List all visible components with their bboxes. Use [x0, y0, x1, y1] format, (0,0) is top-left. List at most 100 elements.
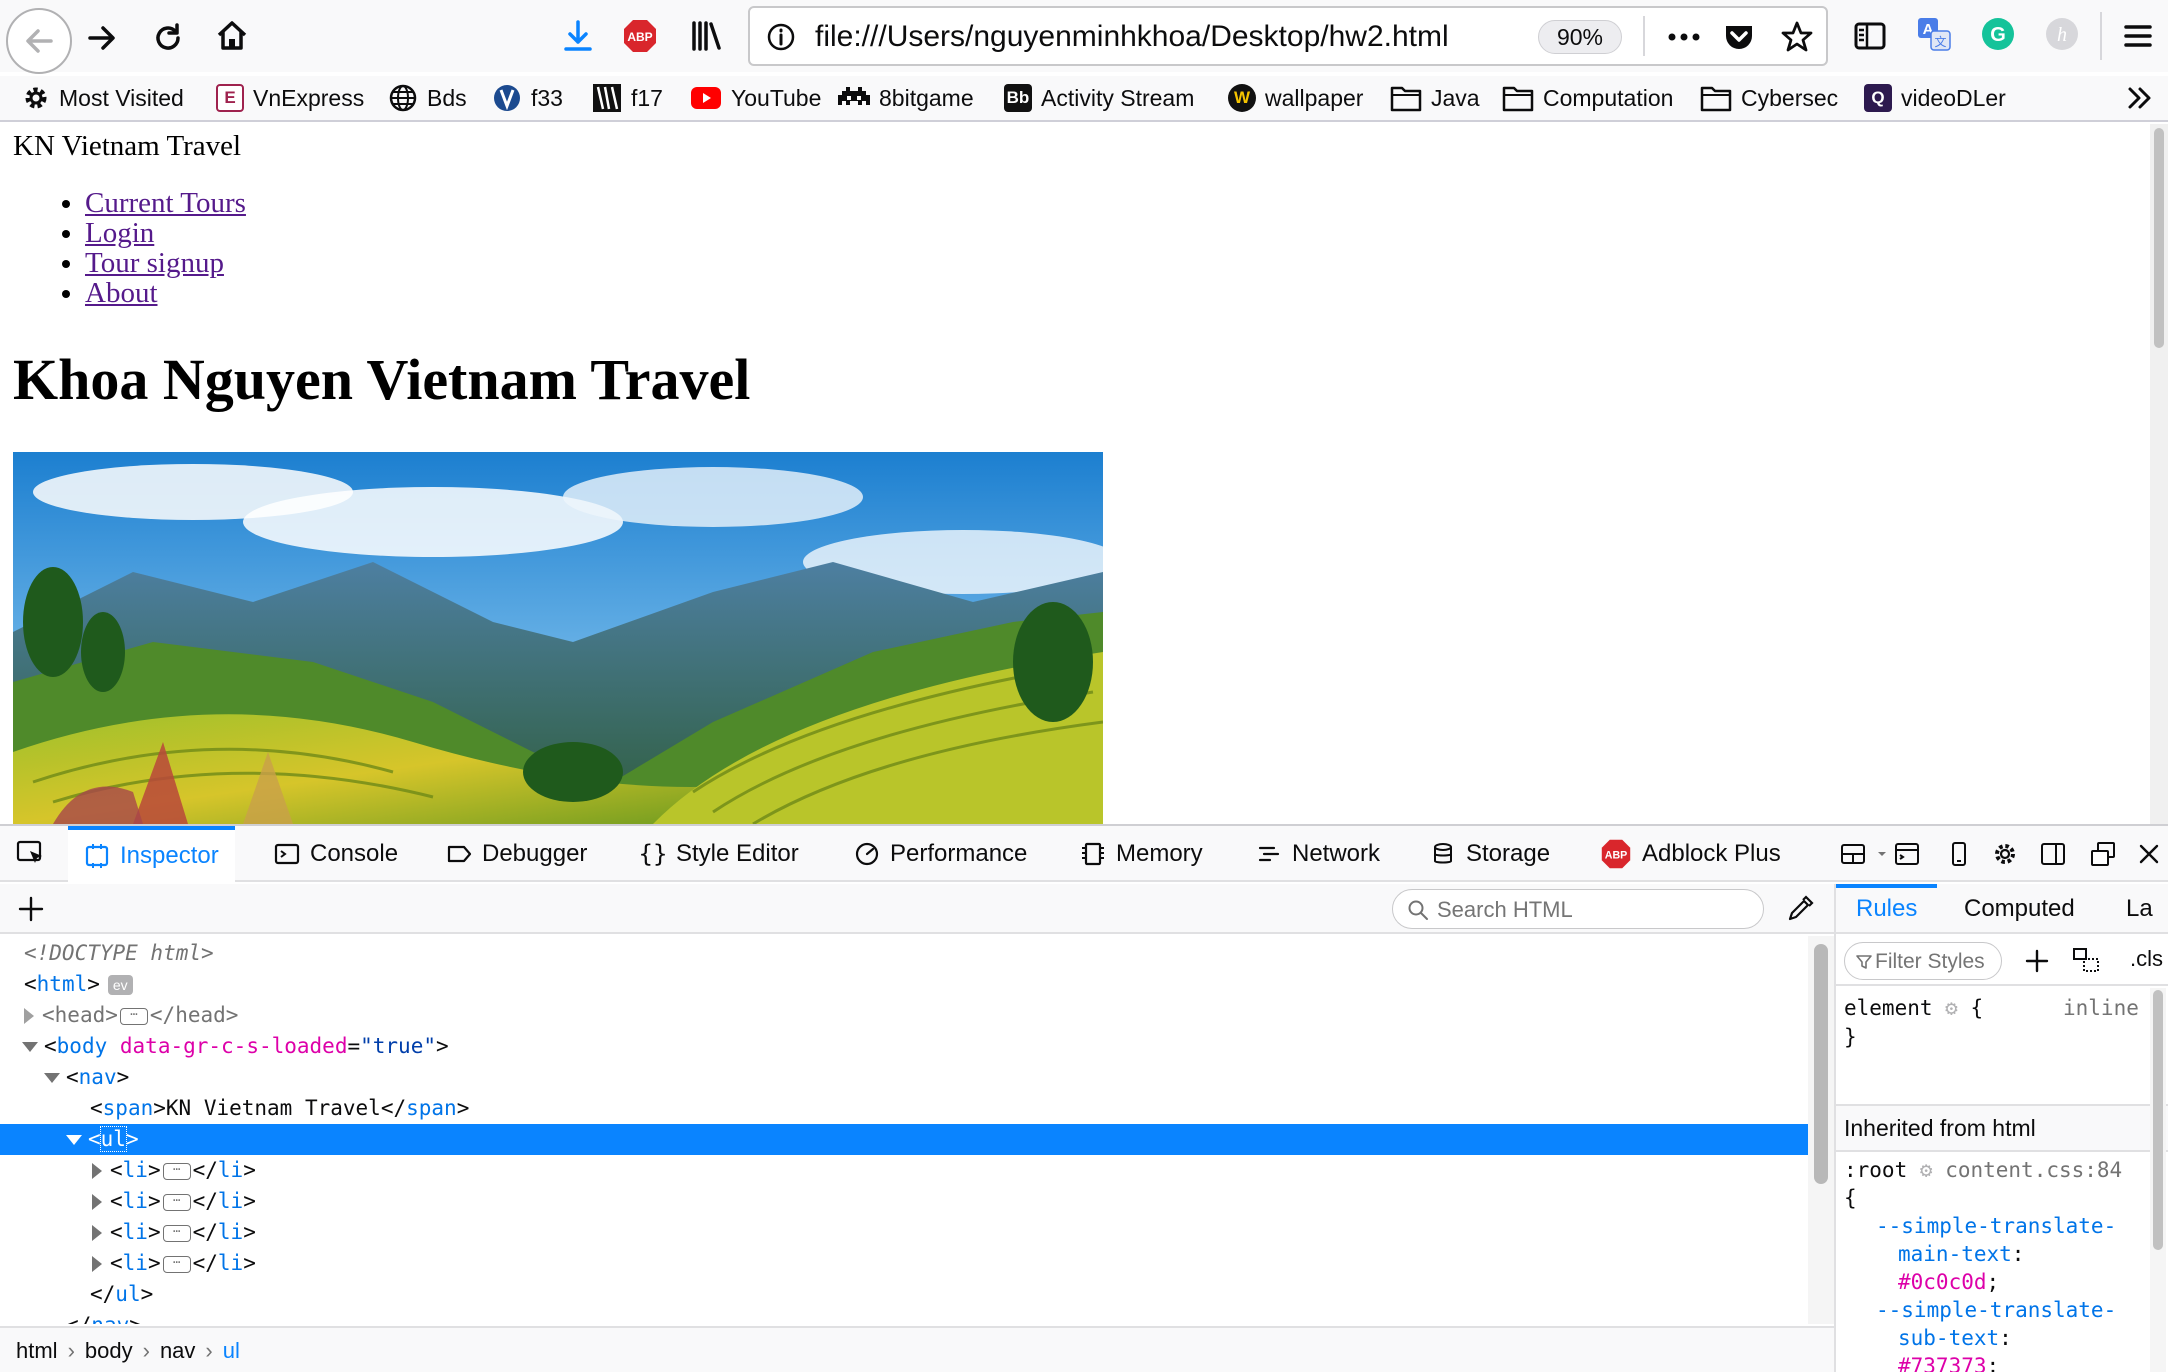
cls-toggle-button[interactable]: .cls [2130, 946, 2163, 972]
url-bar[interactable]: file:///Users/nguyenminhkhoa/Desktop/hw2… [748, 6, 1828, 66]
dock-options-button[interactable] [1840, 826, 1888, 882]
bookmark-java[interactable]: Java [1390, 80, 1480, 116]
expand-twisty-icon[interactable] [24, 1008, 34, 1024]
breadcrumb-item-nav[interactable]: nav [160, 1338, 195, 1364]
markup-node-nav-close[interactable]: </nav> [0, 1310, 1808, 1324]
sidebar-toggle-button[interactable] [1850, 16, 1890, 56]
adblock-toolbar-button[interactable]: ABP [620, 16, 660, 56]
bookmarks-overflow-button[interactable] [2124, 82, 2156, 114]
declaration[interactable]: --simple-translate- [1876, 1212, 2116, 1241]
reload-button[interactable] [148, 18, 188, 58]
markup-node-ul-close[interactable]: </ul> [0, 1279, 1808, 1310]
rule-source[interactable]: inline [2063, 994, 2139, 1023]
page-scrollbar-thumb[interactable] [2154, 128, 2164, 348]
markup-node-li[interactable]: <li> ⋯ </li> [0, 1186, 1808, 1217]
bookmark-activity-stream[interactable]: Bb Activity Stream [1004, 80, 1194, 116]
markup-node-body[interactable]: <body data-gr-c-s-loaded="true"> [0, 1031, 1808, 1062]
bookmark-computation[interactable]: Computation [1502, 80, 1673, 116]
tab-network[interactable]: Network [1256, 826, 1380, 882]
bookmark-f17[interactable]: f17 [592, 80, 663, 116]
url-text[interactable]: file:///Users/nguyenminhkhoa/Desktop/hw2… [815, 20, 1449, 54]
markup-node-li[interactable]: <li> ⋯ </li> [0, 1155, 1808, 1186]
tab-layout[interactable]: La [2126, 884, 2153, 934]
split-console-button[interactable] [1894, 826, 1920, 882]
declaration[interactable]: --simple-translate- [1876, 1296, 2116, 1325]
tab-performance[interactable]: Performance [854, 826, 1027, 882]
markup-node-span[interactable]: <span>KN Vietnam Travel</span> [0, 1093, 1808, 1124]
declaration-value[interactable]: #737373; [1898, 1352, 1999, 1372]
sidebar-scrollbar[interactable] [2150, 988, 2166, 1372]
tab-style-editor[interactable]: {} Style Editor [639, 826, 799, 882]
tab-debugger[interactable]: Debugger [446, 826, 587, 882]
markup-node-doctype[interactable]: <!DOCTYPE html> [0, 938, 1808, 969]
pseudo-class-toggle-button[interactable] [2070, 946, 2104, 976]
tab-inspector[interactable]: Inspector [68, 826, 235, 882]
library-button[interactable] [686, 16, 726, 56]
search-html-box[interactable] [1392, 889, 1764, 929]
devtools-settings-button[interactable] [1992, 826, 2018, 882]
markup-node-html[interactable]: <html> ev [0, 969, 1808, 1000]
add-rule-button[interactable] [2022, 946, 2052, 976]
home-button[interactable] [212, 16, 252, 56]
bookmark-8bitgame[interactable]: 8bitgame [838, 80, 974, 116]
declaration-value[interactable]: #0c0c0d; [1898, 1268, 1999, 1297]
nav-link-tour-signup[interactable]: Tour signup [85, 247, 224, 279]
close-devtools-button[interactable] [2136, 826, 2162, 882]
bookmark-youtube[interactable]: YouTube [690, 80, 821, 116]
markup-node-nav[interactable]: <nav> [0, 1062, 1808, 1093]
markup-node-head[interactable]: <head> ⋯ </head> [0, 1000, 1808, 1031]
search-html-input[interactable] [1437, 896, 1747, 924]
expand-twisty-icon[interactable] [92, 1256, 102, 1272]
breadcrumb-item-ul[interactable]: ul [223, 1338, 240, 1364]
markup-node-li[interactable]: <li> ⋯ </li> [0, 1248, 1808, 1279]
bookmark-wallpaper[interactable]: W wallpaper [1228, 80, 1363, 116]
nav-link-about[interactable]: About [85, 277, 158, 309]
translate-extension-button[interactable]: A文 [1914, 14, 1954, 54]
rule-selector[interactable]: :root [1844, 1158, 1907, 1182]
menu-button[interactable] [2118, 16, 2158, 56]
bookmark-f33[interactable]: f33 [492, 80, 563, 116]
tab-rules[interactable]: Rules [1836, 884, 1938, 934]
add-node-button[interactable] [14, 892, 48, 926]
expand-twisty-icon[interactable] [92, 1163, 102, 1179]
forward-button[interactable] [82, 18, 122, 58]
tab-console[interactable]: Console [274, 826, 398, 882]
collapse-twisty-icon[interactable] [66, 1135, 82, 1145]
hacker-extension-button[interactable]: h [2042, 14, 2082, 54]
filter-styles-box[interactable] [1844, 942, 2002, 980]
markup-node-li[interactable]: <li> ⋯ </li> [0, 1217, 1808, 1248]
markup-scrollbar[interactable] [1808, 936, 1834, 1324]
bookmark-videodler[interactable]: Q videoDLer [1864, 80, 2006, 116]
rule-source[interactable]: content.css:84 [1945, 1158, 2122, 1182]
declaration-cont[interactable]: sub-text: [1898, 1324, 2012, 1353]
page-actions-icon[interactable] [1666, 22, 1702, 52]
pocket-icon[interactable] [1722, 20, 1756, 54]
nav-link-current-tours[interactable]: Current Tours [85, 187, 246, 219]
tab-adblock-plus[interactable]: ABP Adblock Plus [1600, 826, 1781, 882]
bookmark-vnexpress[interactable]: E VnExpress [216, 80, 364, 116]
responsive-design-button[interactable] [1946, 826, 1972, 882]
sidebar-scrollbar-thumb[interactable] [2153, 990, 2163, 1250]
filter-styles-input[interactable] [1875, 949, 1995, 975]
eyedropper-button[interactable] [1782, 892, 1818, 926]
declaration-cont[interactable]: main-text: [1898, 1240, 2024, 1269]
expand-twisty-icon[interactable] [92, 1194, 102, 1210]
breadcrumb-item-html[interactable]: html [16, 1338, 58, 1364]
bookmark-cybersec[interactable]: Cybersec [1700, 80, 1838, 116]
bookmark-most-visited[interactable]: Most Visited [22, 80, 184, 116]
page-scrollbar[interactable] [2150, 124, 2168, 824]
tab-memory[interactable]: Memory [1080, 826, 1203, 882]
undock-button[interactable] [2090, 826, 2116, 882]
breadcrumb-item-body[interactable]: body [85, 1338, 133, 1364]
element-picker-button[interactable] [10, 826, 52, 882]
tab-storage[interactable]: Storage [1430, 826, 1550, 882]
event-badge[interactable]: ev [107, 975, 133, 995]
page-info-icon[interactable] [766, 22, 796, 52]
toggle-sidebar-button[interactable] [2040, 826, 2066, 882]
downloads-button[interactable] [558, 16, 598, 56]
markup-scrollbar-thumb[interactable] [1814, 944, 1828, 1184]
expand-twisty-icon[interactable] [92, 1225, 102, 1241]
bookmark-star-icon[interactable] [1780, 20, 1814, 54]
markup-node-ul-selected[interactable]: <ul> [0, 1124, 1808, 1155]
grammarly-button[interactable]: G [1978, 14, 2018, 54]
